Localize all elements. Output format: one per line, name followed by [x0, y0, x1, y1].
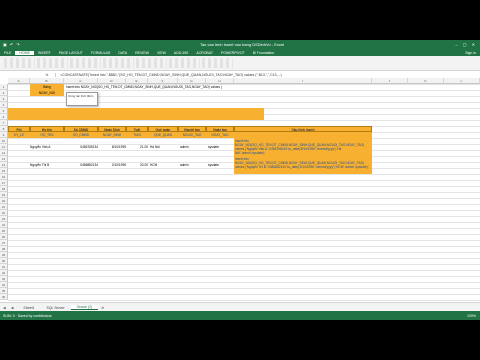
data-cell-age[interactable]: 20.00 — [126, 156, 148, 174]
data-cell-sql[interactable]: insert into NGAY_NOI(SO_HO_TEN,DT_CMND,N… — [234, 156, 372, 174]
data-cell-date[interactable]: sysdate — [206, 156, 234, 174]
field-cell[interactable]: KY_LE — [8, 132, 30, 138]
data-cell-user[interactable]: admin — [178, 156, 206, 174]
window-controls[interactable]: – ▢ ✕ — [451, 42, 480, 47]
data-cell-que[interactable]: HCM — [148, 156, 178, 174]
sheet-tab[interactable]: SQL Server — [41, 306, 71, 310]
formula-input[interactable]: =CONCATENATE("insert into ",$B$1,"(SO_HO… — [56, 73, 282, 77]
cells-area[interactable]: Bảng NGAY_NOI insert into NGAY_NOI(SO_HO… — [8, 84, 480, 302]
tab-review[interactable]: REVIEW — [131, 51, 153, 55]
comment-tooltip: Công tác thời điểm — [66, 92, 98, 106]
ribbon-tabs: FILE HOME INSERT PAGE LAYOUT FORMULAS DA… — [0, 49, 480, 56]
sign-in-link[interactable]: Sign in — [461, 51, 480, 55]
fx-icon[interactable]: fx — [39, 73, 56, 77]
row-headers: 1 2 3 4 5 6 7 8 9 10 11 12 13 14 15 16 17 18 19 20 21 22 23 24 2… — [0, 84, 8, 300]
zoom-level[interactable]: 100% — [467, 314, 480, 318]
title-bar: ▣ ↶ ↷ Tao cau lenh insert vao bang DSDin… — [0, 40, 480, 49]
row-header[interactable]: 36 — [0, 294, 8, 300]
cells-group[interactable] — [169, 58, 200, 68]
data-cell-cmnd[interactable]: 0456882134 — [64, 156, 98, 174]
number-group[interactable] — [103, 58, 134, 68]
sheet-tab-active[interactable]: Oracle (2) — [70, 305, 99, 310]
data-cell-name[interactable]: Nguyễn Thị B — [30, 156, 64, 174]
alignment-group[interactable] — [70, 58, 101, 68]
next-sheet-icon[interactable]: ▶ — [9, 306, 18, 310]
data-cell-name[interactable]: Nguyễn Văn A — [30, 138, 64, 156]
data-cell-user[interactable]: admin — [178, 138, 206, 156]
prev-sheet-icon[interactable]: ◀ — [0, 306, 9, 310]
tab-view[interactable]: VIEW — [153, 51, 170, 55]
styles-group[interactable] — [136, 58, 167, 68]
data-cell-age[interactable]: 21.00 — [126, 138, 148, 156]
tab-page-layout[interactable]: PAGE LAYOUT — [55, 51, 87, 55]
tab-add-ins[interactable]: ADD-INS — [170, 51, 192, 55]
tab-formulas[interactable]: FORMULAS — [87, 51, 114, 55]
excel-window: ▣ ↶ ↷ Tao cau lenh insert vao bang DSDin… — [0, 40, 480, 320]
tab-file[interactable]: FILE — [0, 51, 15, 55]
cell-c1[interactable]: insert into NGAY_NOI(SO_HO_TEN,DT_CMND,N… — [66, 84, 266, 90]
data-cell-date[interactable]: sysdate — [206, 138, 234, 156]
editing-group[interactable] — [202, 58, 233, 68]
tab-acrobat[interactable]: ACROBAT — [192, 51, 217, 55]
data-cell-cmnd[interactable]: 0456765134 — [64, 138, 98, 156]
tab-insert[interactable]: INSERT — [34, 51, 55, 55]
status-text: SUM: 0 · Saved by contributors — [3, 313, 52, 318]
data-cell-dob[interactable]: 2/10/1996 — [98, 156, 126, 174]
cell-b1[interactable]: Bảng NGAY_NOI — [30, 84, 64, 96]
clipboard-group[interactable] — [4, 58, 35, 68]
tab-data[interactable]: DATA — [114, 51, 131, 55]
data-cell-dob[interactable]: 8/10/1995 — [98, 138, 126, 156]
quick-access-toolbar[interactable]: ▣ ↶ ↷ — [0, 42, 33, 47]
window-title: Tao cau lenh insert vao bang DSDinhVu - … — [199, 42, 285, 47]
font-group[interactable] — [37, 58, 68, 68]
tab-bi-foundation[interactable]: Bi Foundation — [249, 51, 279, 55]
add-sheet-icon[interactable]: ⊕ — [98, 306, 107, 310]
orange-band-row6 — [8, 114, 264, 120]
tab-home[interactable]: HOME — [15, 50, 34, 55]
data-cell-sql[interactable]: insert into NGAY_NOI(SO_HO_TEN,DT_CMND,N… — [234, 138, 372, 156]
status-bar: SUM: 0 · Saved by contributors 100% — [0, 311, 480, 320]
tab-powerpivot[interactable]: POWERPIVOT — [217, 51, 249, 55]
worksheet-grid[interactable]: A B C D E F G H I J K L 1 2 3 4 5 6 7 8 9 10 11 12 1… — [0, 78, 480, 302]
sheet-tab[interactable]: Sheet1 — [17, 306, 40, 310]
cell-b2-text: NGAY_NOI — [38, 91, 56, 95]
data-cell-que[interactable]: Hà Nội — [148, 138, 178, 156]
ribbon-toolbar — [0, 56, 480, 71]
